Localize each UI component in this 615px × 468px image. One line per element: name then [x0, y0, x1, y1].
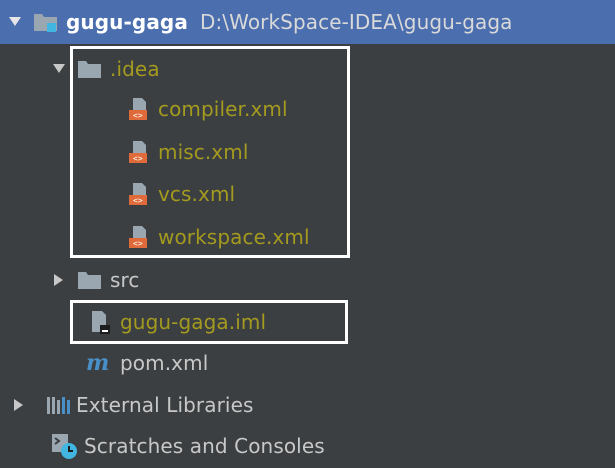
tree-item-scratches[interactable]: Scratches and Consoles [0, 425, 615, 467]
tree-item-pom-file[interactable]: m pom.xml [0, 342, 615, 384]
svg-text:m: m [86, 351, 109, 375]
scratches-label: Scratches and Consoles [84, 434, 325, 458]
pom-file-label: pom.xml [120, 351, 209, 375]
tree-root-row[interactable]: gugu-gaga D:\WorkSpace-IDEA\gugu-gaga [0, 0, 615, 44]
libraries-icon [44, 391, 72, 419]
root-module-path: D:\WorkSpace-IDEA\gugu-gaga [199, 10, 513, 34]
highlight-box-iml [70, 300, 348, 344]
triangle-down-icon[interactable] [8, 13, 22, 31]
triangle-right-icon[interactable] [52, 271, 66, 289]
tree-item-src-folder[interactable]: src [0, 259, 615, 301]
folder-icon [76, 266, 104, 294]
module-folder-icon [32, 8, 60, 36]
highlight-box-idea [70, 46, 350, 258]
maven-icon: m [86, 349, 114, 377]
src-folder-label: src [110, 268, 140, 292]
triangle-right-icon[interactable] [12, 396, 26, 414]
external-libraries-label: External Libraries [76, 393, 254, 417]
triangle-down-icon[interactable] [52, 60, 66, 78]
scratches-icon [50, 432, 78, 460]
tree-item-external-libraries[interactable]: External Libraries [0, 384, 615, 426]
root-module-name: gugu-gaga [66, 10, 188, 34]
